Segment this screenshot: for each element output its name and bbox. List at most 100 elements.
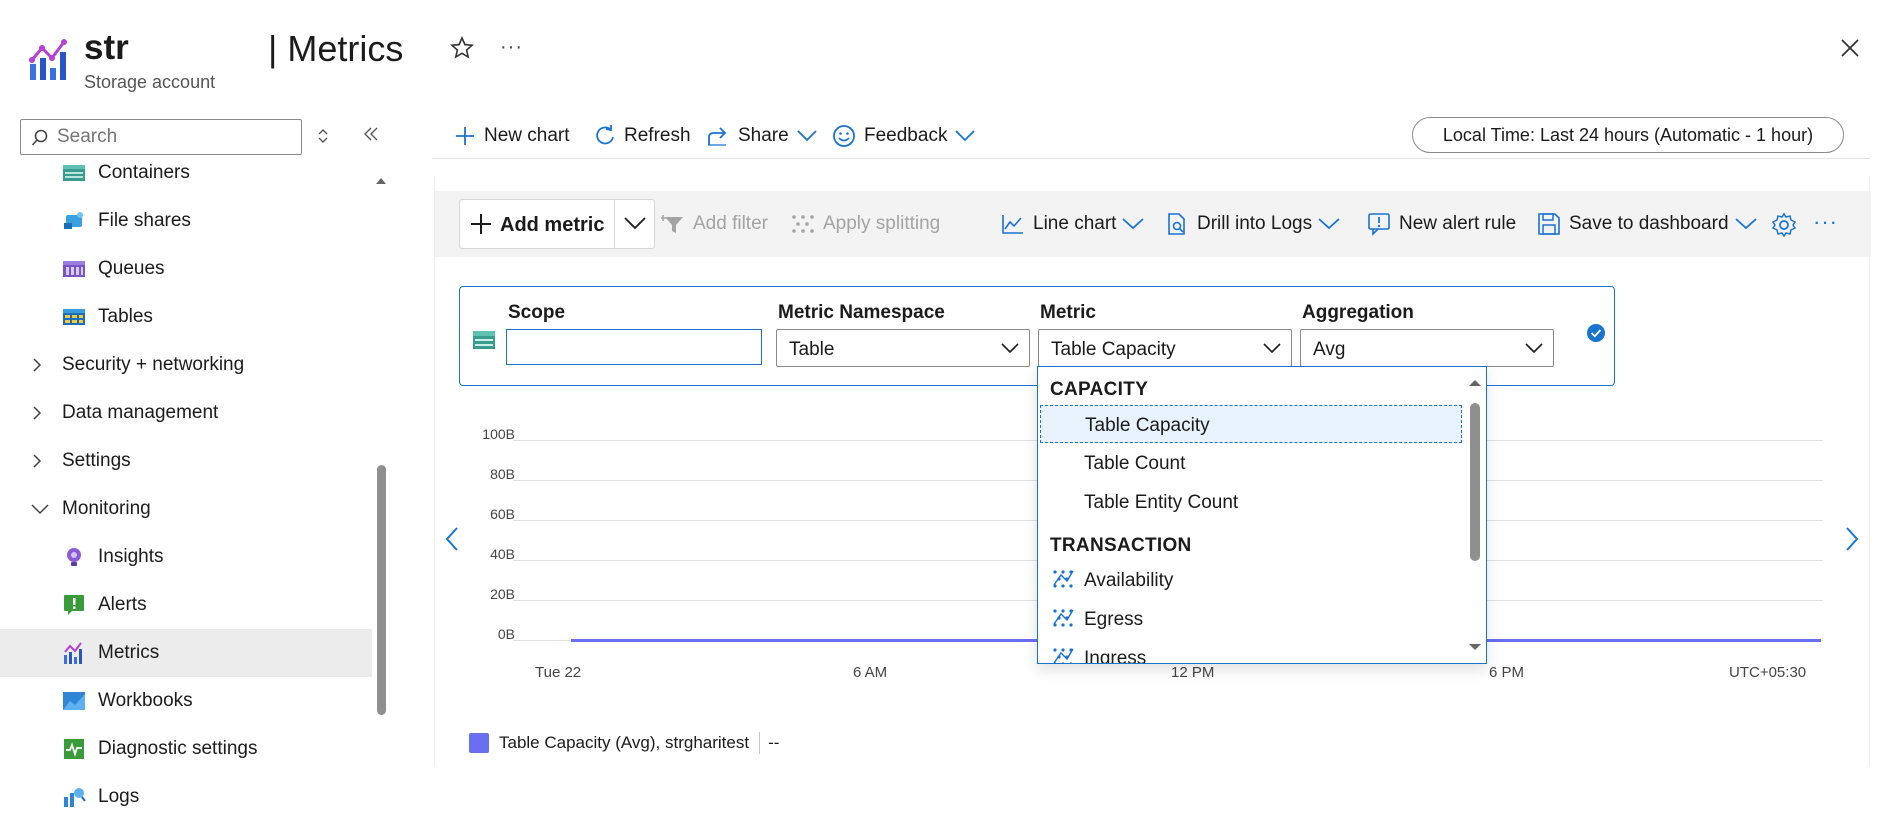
- alerts-icon: [64, 595, 84, 615]
- sidebar-group-data-management[interactable]: Data management: [0, 389, 372, 437]
- sidebar-item-label: File shares: [98, 210, 191, 231]
- dropdown-item-label: Availability: [1084, 570, 1174, 591]
- line-chart-button[interactable]: Line chart: [1001, 207, 1145, 241]
- dropdown-item-label: Table Count: [1084, 453, 1186, 474]
- sidebar-item-label: Diagnostic settings: [98, 738, 258, 759]
- metric-namespace-value: Table: [789, 339, 835, 360]
- x-tick-label: 6 AM: [853, 664, 888, 681]
- insights-icon: [67, 548, 81, 566]
- add-metric-button[interactable]: Add metric: [459, 199, 655, 249]
- feedback-button[interactable]: Feedback: [832, 119, 976, 153]
- dropdown-scrollbar[interactable]: [1466, 371, 1484, 661]
- share-label: Share: [738, 125, 789, 146]
- workbooks-icon: [63, 692, 85, 710]
- sidebar-group-label: Monitoring: [62, 498, 151, 519]
- save-to-dashboard-button[interactable]: Save to dashboard: [1537, 207, 1757, 241]
- plus-icon: [471, 214, 491, 234]
- confirm-check-icon[interactable]: [1586, 323, 1606, 343]
- sidebar-search[interactable]: [20, 119, 302, 155]
- split-divider: [614, 200, 615, 248]
- close-icon[interactable]: [1838, 36, 1862, 60]
- sidebar-item-workbooks[interactable]: Workbooks: [0, 677, 372, 725]
- chevron-down-icon: [31, 504, 49, 515]
- sidebar-scroll-thumb[interactable]: [377, 465, 386, 715]
- dropdown-item-table-capacity[interactable]: Table Capacity: [1040, 405, 1462, 443]
- sidebar-item-insights[interactable]: Insights: [0, 533, 372, 581]
- aggregation-select[interactable]: Avg: [1300, 329, 1554, 367]
- sort-updown-icon[interactable]: [316, 127, 330, 145]
- favorite-star-icon[interactable]: [450, 36, 474, 60]
- scroll-up-icon[interactable]: [1466, 377, 1484, 389]
- diagnostic-settings-icon: [64, 739, 84, 759]
- sidebar-item-queues[interactable]: Queues: [0, 245, 372, 293]
- feedback-label: Feedback: [864, 125, 948, 146]
- apply-splitting-button[interactable]: Apply splitting: [791, 207, 940, 241]
- chevron-right-icon: [33, 454, 42, 468]
- drill-into-logs-button[interactable]: Drill into Logs: [1165, 207, 1340, 241]
- share-button[interactable]: Share: [706, 119, 817, 153]
- smiley-feedback-icon: [833, 125, 855, 147]
- new-alert-rule-button[interactable]: New alert rule: [1367, 207, 1516, 241]
- sidebar-item-tables[interactable]: Tables: [0, 293, 372, 341]
- sidebar-nav: Containers File shares Queues Tables Sec…: [0, 159, 372, 817]
- metric-value: Table Capacity: [1051, 339, 1176, 360]
- scroll-down-icon[interactable]: [1466, 641, 1484, 653]
- more-options-icon[interactable]: ···: [1813, 209, 1838, 235]
- dropdown-item-table-count[interactable]: Table Count: [1040, 444, 1462, 482]
- scope-input[interactable]: [506, 329, 762, 365]
- splitting-metric-icon: [1053, 609, 1074, 627]
- dropdown-item-availability[interactable]: Availability: [1040, 561, 1462, 599]
- sidebar-item-file-shares[interactable]: File shares: [0, 197, 372, 245]
- metric-namespace-select[interactable]: Table: [776, 329, 1030, 367]
- sidebar-item-label: Logs: [98, 786, 140, 807]
- scope-label: Scope: [508, 302, 566, 323]
- resource-name: str: [84, 28, 129, 67]
- gear-icon[interactable]: [1771, 212, 1797, 238]
- dropdown-item-ingress[interactable]: Ingress: [1040, 639, 1462, 663]
- sidebar-item-logs[interactable]: Logs: [0, 773, 372, 817]
- dropdown-scroll-thumb[interactable]: [1470, 403, 1480, 561]
- metrics-icon: [64, 642, 82, 664]
- metric-dropdown-list: CAPACITY Table Capacity Table Count Tabl…: [1037, 366, 1487, 664]
- sidebar: Containers File shares Queues: [0, 115, 388, 817]
- dropdown-item-label: Egress: [1084, 609, 1144, 630]
- sidebar-group-settings[interactable]: Settings: [0, 437, 372, 485]
- dropdown-item-table-entity-count[interactable]: Table Entity Count: [1040, 483, 1462, 521]
- sidebar-item-containers[interactable]: Containers: [0, 159, 372, 197]
- more-options-icon[interactable]: ···: [500, 36, 523, 59]
- sidebar-scrollbar[interactable]: [374, 175, 388, 815]
- sidebar-group-security-networking[interactable]: Security + networking: [0, 341, 372, 389]
- drill-into-logs-label: Drill into Logs: [1197, 213, 1313, 234]
- search-icon: [31, 129, 48, 146]
- metric-select[interactable]: Table Capacity: [1038, 329, 1292, 367]
- file-shares-icon: [64, 212, 83, 229]
- chevron-down-icon: [955, 130, 976, 142]
- sidebar-item-diagnostic-settings[interactable]: Diagnostic settings: [0, 725, 372, 773]
- chart-legend[interactable]: Table Capacity (Avg), strgharitest --: [469, 729, 779, 757]
- splitting-metric-icon: [1053, 570, 1074, 588]
- search-input[interactable]: [57, 124, 297, 150]
- add-filter-button[interactable]: Add filter: [661, 207, 768, 241]
- chevron-down-icon[interactable]: [624, 216, 646, 230]
- dropdown-group-capacity: CAPACITY: [1050, 379, 1149, 400]
- time-range-picker[interactable]: Local Time: Last 24 hours (Automatic - 1…: [1412, 117, 1844, 153]
- scroll-up-icon[interactable]: [374, 175, 388, 187]
- refresh-button[interactable]: Refresh: [594, 119, 691, 153]
- new-chart-label: New chart: [484, 125, 570, 146]
- sidebar-item-label: Queues: [98, 258, 165, 279]
- x-tick-label: 12 PM: [1171, 664, 1215, 681]
- chevron-left-icon[interactable]: [445, 526, 459, 552]
- y-tick-label: 100B: [482, 426, 515, 442]
- y-tick-label: 20B: [490, 586, 515, 602]
- sidebar-item-label: Workbooks: [98, 690, 193, 711]
- chevron-down-icon: [1525, 343, 1543, 353]
- alert-rule-icon: [1368, 213, 1390, 236]
- chevron-right-icon[interactable]: [1845, 526, 1859, 552]
- sidebar-item-alerts[interactable]: Alerts: [0, 581, 372, 629]
- sidebar-item-metrics[interactable]: Metrics: [0, 629, 372, 677]
- dropdown-item-egress[interactable]: Egress: [1040, 600, 1462, 638]
- chevron-down-icon: [1734, 218, 1757, 230]
- sidebar-group-monitoring[interactable]: Monitoring: [0, 485, 372, 533]
- new-chart-button[interactable]: New chart: [454, 119, 570, 153]
- collapse-sidebar-icon[interactable]: [362, 125, 380, 143]
